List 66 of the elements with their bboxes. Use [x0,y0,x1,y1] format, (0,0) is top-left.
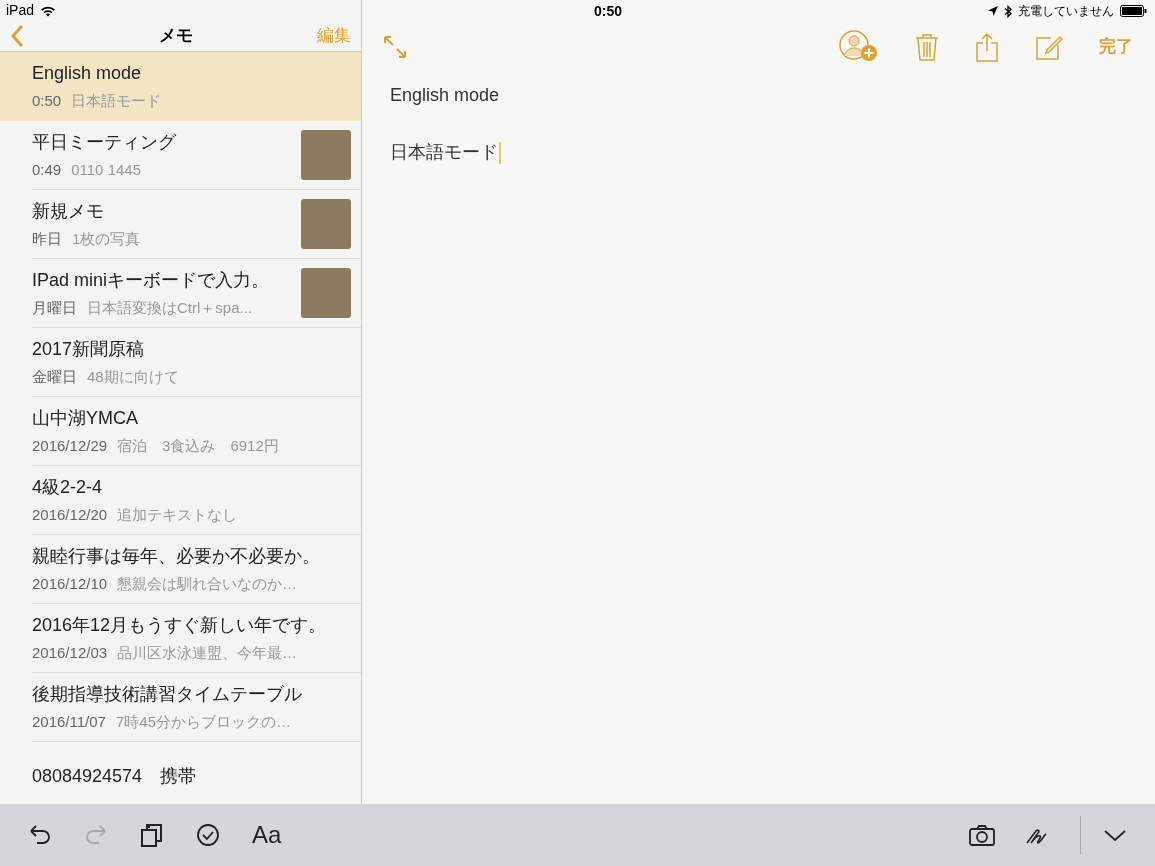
note-date: 0:49 [32,159,62,180]
note-editor[interactable]: English mode 日本語モード [362,72,1155,804]
note-list-item[interactable]: 山中湖YMCA 2016/12/29 宿泊 3食込み 6912円 [0,397,361,466]
bluetooth-icon [1004,4,1012,18]
note-title: 平日ミーティング [32,130,177,154]
note-preview: 日本語モード [71,91,162,112]
add-person-icon [837,30,879,64]
note-preview: 48期に向けて [87,366,179,387]
note-date: 0:50 [32,91,62,112]
note-list-item[interactable]: 2017新聞原稿 金曜日 48期に向けて [0,328,361,397]
add-person-button[interactable] [837,30,879,64]
note-preview: 1枚の写真 [72,228,141,249]
note-title: IPad miniキーボードで入力。 [32,268,271,292]
note-preview: 日本語変換はCtrl＋spa... [87,297,252,318]
note-preview: 懇親会は馴れ合いなのか… [117,573,298,594]
expand-button[interactable] [382,34,408,60]
compose-button[interactable] [1035,33,1063,61]
note-title: 親睦行事は毎年、必要か不必要か。 [32,544,321,568]
status-time: 0:50 [594,1,623,21]
wifi-icon [40,4,57,17]
checklist-icon [194,821,222,849]
note-preview: 品川区水泳連盟、今年最… [117,642,298,663]
note-date: 2016/12/29 [32,435,108,456]
note-date: 月曜日 [32,297,77,318]
trash-icon [915,33,939,61]
trash-button[interactable] [915,33,939,61]
note-list-item[interactable]: 後期指導技術講習タイムテーブル 2016/11/07 7時45分からブロックの… [0,673,361,742]
note-date: 2016/12/10 [32,573,108,594]
device-label: iPad [6,1,35,20]
note-preview: 0110 1445 [71,159,141,180]
note-list-item[interactable]: 親睦行事は毎年、必要か不必要か。 2016/12/10 懇親会は馴れ合いなのか… [0,535,361,604]
expand-icon [382,34,408,60]
format-button[interactable]: Aa [250,820,284,850]
sidebar-title: メモ [158,25,193,48]
note-title: 2017新聞原稿 [32,337,146,361]
note-title: 2016年12月もうすぐ新しい年です。 [32,613,328,637]
note-date: 2016/11/07 [32,711,106,732]
note-text-line: 日本語モード [390,141,498,164]
note-list-item[interactable]: English mode 0:50 日本語モード [0,52,361,121]
note-list-item[interactable]: 2016年12月もうすぐ新しい年です。 2016/12/03 品川区水泳連盟、今年最… [0,604,361,673]
note-title: 山中湖YMCA [32,406,139,430]
note-title: 4級2-2-4 [32,475,104,499]
note-list-item[interactable]: 平日ミーティング 0:49 0110 1445 [0,121,361,190]
battery-status: 充電していません [1018,3,1114,20]
note-preview: 宿泊 3食込み 6912円 [117,435,279,456]
note-text-line: English mode [390,84,500,107]
note-preview: 追加テキストなし [117,504,238,525]
compose-icon [1035,33,1063,61]
share-icon [975,32,999,62]
chevron-left-icon [10,24,24,48]
note-list-item[interactable]: 4級2-2-4 2016/12/20 追加テキストなし [0,466,361,535]
note-title: 後期指導技術講習タイムテーブル [32,682,303,706]
note-title: English mode [32,62,143,86]
battery-icon [1120,5,1147,17]
note-list-item[interactable]: IPad miniキーボードで入力。 月曜日 日本語変換はCtrl＋spa... [0,259,361,328]
text-cursor [499,141,501,164]
share-button[interactable] [975,32,999,62]
note-date: 金曜日 [32,366,77,387]
note-title: 08084924574 携帯 [32,764,198,788]
note-preview: 7時45分からブロックの… [115,711,291,732]
location-icon [988,6,998,16]
note-date: 2016/12/03 [32,642,108,663]
note-list-item[interactable]: 新規メモ 昨日 1枚の写真 [0,190,361,259]
note-title: 新規メモ [32,199,105,223]
note-date: 2016/12/20 [32,504,108,525]
note-date: 昨日 [32,228,62,249]
